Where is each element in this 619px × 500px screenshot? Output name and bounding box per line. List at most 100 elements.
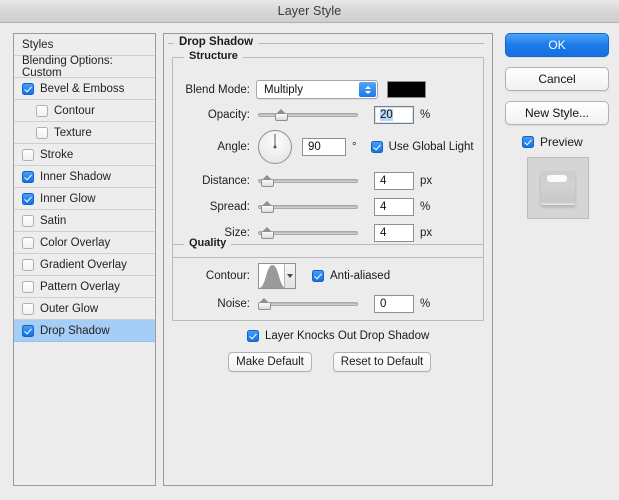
effect-toggle-checkbox[interactable] bbox=[22, 148, 34, 161]
angle-label: Angle: bbox=[217, 141, 250, 153]
styles-list-item-label: Drop Shadow bbox=[40, 324, 110, 337]
styles-list-item-label: Bevel & Emboss bbox=[40, 82, 125, 95]
preview-shape bbox=[541, 171, 575, 205]
effect-toggle-checkbox[interactable] bbox=[22, 236, 34, 249]
styles-list-item-gradient-overlay[interactable]: Gradient Overlay bbox=[14, 254, 155, 276]
effect-toggle-checkbox[interactable] bbox=[36, 126, 48, 139]
styles-list-item-color-overlay[interactable]: Color Overlay bbox=[14, 232, 155, 254]
distance-input[interactable]: 4 bbox=[374, 172, 414, 190]
blend-mode-select[interactable]: Multiply bbox=[256, 80, 378, 99]
noise-value: 0 bbox=[380, 298, 387, 310]
effect-settings-panel: Drop Shadow Structure Blend Mode: Multip… bbox=[163, 33, 493, 486]
opacity-value: 20 bbox=[380, 109, 393, 121]
noise-slider-track bbox=[258, 302, 358, 306]
opacity-slider-track bbox=[258, 113, 358, 117]
spread-label: Spread: bbox=[209, 201, 250, 213]
noise-label: Noise: bbox=[217, 298, 250, 310]
window-title: Layer Style bbox=[277, 4, 342, 18]
angle-row: Angle: 90 ° Use Global Light bbox=[172, 130, 484, 164]
anti-aliased-label: Anti-aliased bbox=[330, 270, 391, 282]
shadow-color-swatch[interactable] bbox=[387, 81, 426, 98]
blend-mode-row: Blend Mode: Multiply bbox=[172, 80, 484, 99]
distance-slider-thumb[interactable] bbox=[261, 175, 274, 187]
styles-list-item-satin[interactable]: Satin bbox=[14, 210, 155, 232]
spread-row: Spread: 4 % bbox=[172, 198, 484, 216]
blending-options-row[interactable]: Blending Options: Custom bbox=[14, 55, 155, 79]
preview-label: Preview bbox=[540, 135, 583, 149]
effect-toggle-checkbox[interactable] bbox=[22, 192, 34, 205]
structure-group-label: Structure bbox=[184, 50, 243, 62]
opacity-unit: % bbox=[420, 109, 431, 121]
spread-unit: % bbox=[420, 201, 431, 213]
effect-toggle-checkbox[interactable] bbox=[36, 104, 48, 117]
contour-curve-icon bbox=[259, 264, 284, 288]
angle-value: 90 bbox=[308, 141, 321, 153]
styles-list-item-drop-shadow[interactable]: Drop Shadow bbox=[14, 320, 155, 342]
styles-list-filler bbox=[14, 342, 155, 442]
contour-dropdown-button[interactable] bbox=[284, 264, 295, 288]
distance-slider[interactable] bbox=[258, 173, 358, 189]
distance-unit: px bbox=[420, 175, 433, 187]
effect-toggle-checkbox[interactable] bbox=[22, 170, 34, 183]
styles-list-item-contour[interactable]: Contour bbox=[14, 100, 155, 122]
anti-aliased-checkbox[interactable] bbox=[312, 270, 324, 282]
styles-list-item-stroke[interactable]: Stroke bbox=[14, 144, 155, 166]
styles-list[interactable]: Styles Blending Options: Custom Bevel & … bbox=[13, 33, 156, 486]
distance-row: Distance: 4 px bbox=[172, 172, 484, 190]
effect-toggle-checkbox[interactable] bbox=[22, 302, 34, 315]
angle-dial[interactable] bbox=[258, 130, 292, 164]
use-global-light-label: Use Global Light bbox=[388, 141, 474, 153]
styles-list-item-label: Gradient Overlay bbox=[40, 258, 127, 271]
styles-list-item-inner-shadow[interactable]: Inner Shadow bbox=[14, 166, 155, 188]
opacity-slider[interactable] bbox=[258, 107, 358, 123]
opacity-input[interactable]: 20 bbox=[374, 106, 414, 124]
styles-list-item-pattern-overlay[interactable]: Pattern Overlay bbox=[14, 276, 155, 298]
styles-list-header[interactable]: Styles bbox=[14, 34, 155, 56]
styles-list-item-bevel-emboss[interactable]: Bevel & Emboss bbox=[14, 78, 155, 100]
contour-label: Contour: bbox=[205, 270, 250, 282]
spread-slider-thumb[interactable] bbox=[261, 201, 274, 213]
opacity-slider-thumb[interactable] bbox=[275, 109, 288, 121]
new-style-button[interactable]: New Style... bbox=[505, 101, 609, 125]
noise-input[interactable]: 0 bbox=[374, 295, 414, 313]
styles-list-item-label: Outer Glow bbox=[40, 302, 99, 315]
opacity-label: Opacity: bbox=[207, 109, 250, 121]
effect-toggle-checkbox[interactable] bbox=[22, 82, 34, 95]
title-bar: Layer Style bbox=[0, 0, 619, 23]
styles-list-item-label: Stroke bbox=[40, 148, 74, 161]
opacity-row: Opacity: 20 % bbox=[172, 106, 484, 124]
contour-row: Contour: Anti-aliased bbox=[172, 263, 484, 289]
spread-value: 4 bbox=[380, 201, 387, 213]
styles-list-item-label: Inner Shadow bbox=[40, 170, 111, 183]
effect-toggle-checkbox[interactable] bbox=[22, 214, 34, 227]
default-buttons-row: Make Default Reset to Default bbox=[228, 352, 431, 372]
layer-knocks-out-checkbox[interactable] bbox=[247, 330, 259, 342]
quality-group: Quality Contour: Anti-aliased Noise: 0 % bbox=[172, 237, 484, 321]
layer-knocks-out-label: Layer Knocks Out Drop Shadow bbox=[265, 330, 430, 342]
reset-to-default-button[interactable]: Reset to Default bbox=[333, 352, 431, 372]
styles-header-label: Styles bbox=[22, 38, 54, 51]
ok-button[interactable]: OK bbox=[505, 33, 609, 57]
use-global-light-checkbox[interactable] bbox=[370, 141, 383, 153]
angle-input[interactable]: 90 bbox=[302, 138, 346, 156]
noise-row: Noise: 0 % bbox=[172, 295, 484, 313]
spread-input[interactable]: 4 bbox=[374, 198, 414, 216]
effect-toggle-checkbox[interactable] bbox=[22, 280, 34, 293]
styles-list-item-label: Contour bbox=[54, 104, 95, 117]
contour-preset-picker[interactable] bbox=[258, 263, 296, 289]
effect-toggle-checkbox[interactable] bbox=[22, 258, 34, 271]
styles-list-item-texture[interactable]: Texture bbox=[14, 122, 155, 144]
make-default-button[interactable]: Make Default bbox=[228, 352, 312, 372]
styles-list-item-inner-glow[interactable]: Inner Glow bbox=[14, 188, 155, 210]
preview-shape-highlight bbox=[547, 175, 567, 182]
spread-slider[interactable] bbox=[258, 199, 358, 215]
styles-list-item-outer-glow[interactable]: Outer Glow bbox=[14, 298, 155, 320]
angle-dial-hub bbox=[273, 145, 277, 149]
cancel-button[interactable]: Cancel bbox=[505, 67, 609, 91]
preview-checkbox[interactable] bbox=[522, 136, 534, 148]
preview-thumbnail bbox=[527, 157, 589, 219]
effect-toggle-checkbox[interactable] bbox=[22, 324, 34, 337]
noise-slider-thumb[interactable] bbox=[258, 298, 271, 310]
noise-slider[interactable] bbox=[258, 296, 358, 312]
styles-list-item-label: Texture bbox=[54, 126, 92, 139]
